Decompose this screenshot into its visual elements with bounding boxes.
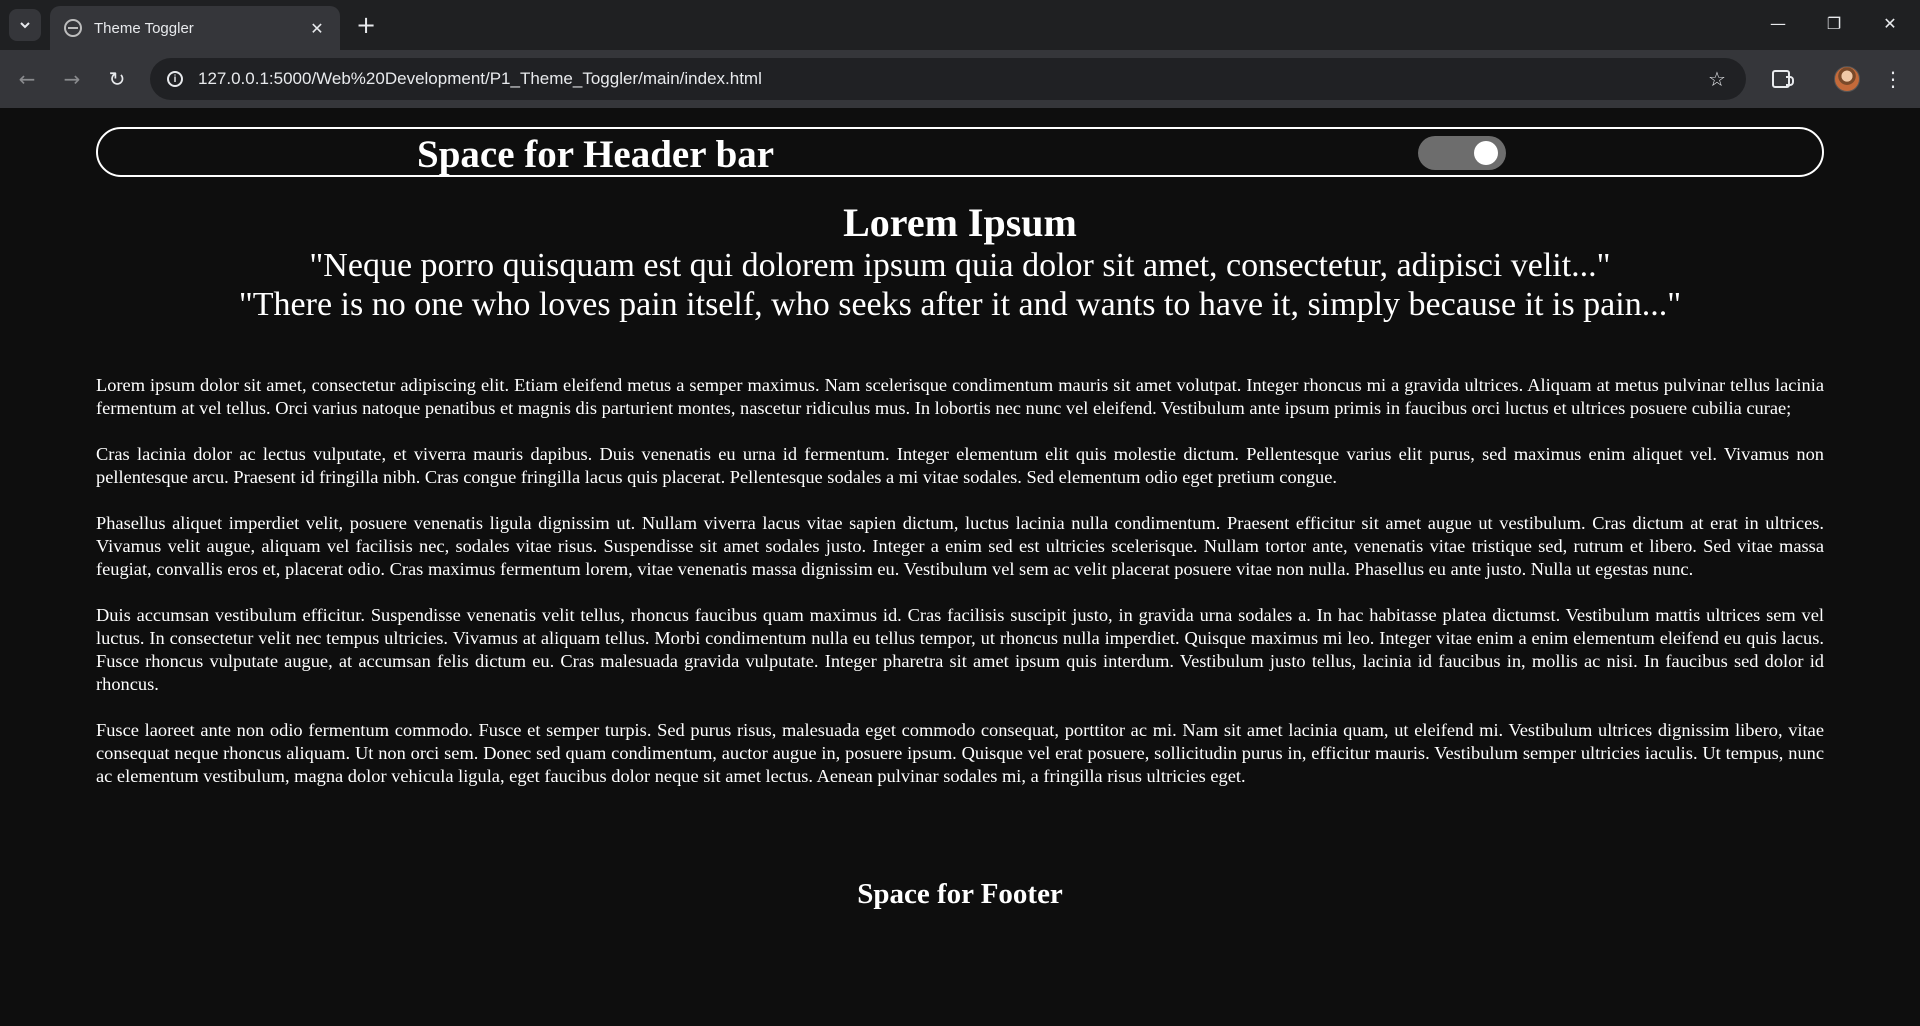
chevron-down-icon — [20, 22, 30, 29]
paragraph: Lorem ipsum dolor sit amet, consectetur … — [96, 375, 1824, 418]
avatar[interactable] — [1834, 66, 1860, 92]
hero-title: Lorem Ipsum — [843, 200, 1077, 245]
hero-quote-2: "There is no one who loves pain itself, … — [238, 286, 1682, 323]
url-text[interactable]: 127.0.0.1:5000/Web%20Development/P1_Them… — [198, 69, 1702, 89]
toggle-knob[interactable] — [1474, 141, 1498, 165]
browser-tabstrip: Theme Toggler ✕ + — ❐ ✕ — [0, 0, 1920, 50]
page-content: Space for Header bar Lorem Ipsum "Neque … — [0, 108, 1920, 1026]
paragraph: Duis accumsan vestibulum efficitur. Susp… — [96, 605, 1824, 694]
globe-icon — [64, 19, 82, 37]
restore-icon[interactable]: ❐ — [1806, 0, 1862, 46]
reload-icon[interactable]: ↻ — [102, 64, 132, 94]
close-window-icon[interactable]: ✕ — [1862, 0, 1918, 46]
star-icon[interactable]: ☆ — [1702, 67, 1732, 91]
tab-title: Theme Toggler — [94, 19, 194, 37]
plus-icon[interactable]: + — [352, 11, 380, 39]
minimize-icon[interactable]: — — [1750, 0, 1806, 46]
arrow-left-icon[interactable]: ← — [12, 64, 42, 94]
content-section: Lorem ipsum dolor sit amet, consectetur … — [96, 374, 1824, 811]
hero-quote-1: "Neque porro quisquam est qui dolorem ip… — [309, 247, 1611, 284]
extensions-button[interactable] — [1766, 64, 1796, 94]
footer: Space for Footer — [857, 878, 1063, 910]
hero-section: Lorem Ipsum "Neque porro quisquam est qu… — [96, 200, 1824, 324]
address-bar[interactable]: i 127.0.0.1:5000/Web%20Development/P1_Th… — [150, 58, 1746, 100]
browser-toolbar: ← → ↻ i 127.0.0.1:5000/Web%20Development… — [0, 50, 1920, 108]
site-info-button[interactable]: i — [162, 66, 188, 92]
arrow-right-icon[interactable]: → — [57, 64, 87, 94]
paragraph: Fusce laoreet ante non odio fermentum co… — [96, 720, 1824, 786]
puzzle-icon — [1772, 70, 1794, 88]
kebab-menu-icon[interactable]: ⋮ — [1878, 64, 1908, 94]
info-icon: i — [167, 71, 183, 87]
theme-toggle[interactable] — [1418, 136, 1506, 170]
tab-search-button[interactable] — [9, 9, 41, 41]
header-bar: Space for Header bar — [96, 127, 1824, 177]
paragraph: Cras lacinia dolor ac lectus vulputate, … — [96, 444, 1824, 487]
browser-tab[interactable]: Theme Toggler ✕ — [50, 6, 340, 50]
paragraph: Phasellus aliquet imperdiet velit, posue… — [96, 513, 1824, 579]
close-icon[interactable]: ✕ — [306, 17, 328, 39]
header-title: Space for Header bar — [417, 133, 775, 176]
